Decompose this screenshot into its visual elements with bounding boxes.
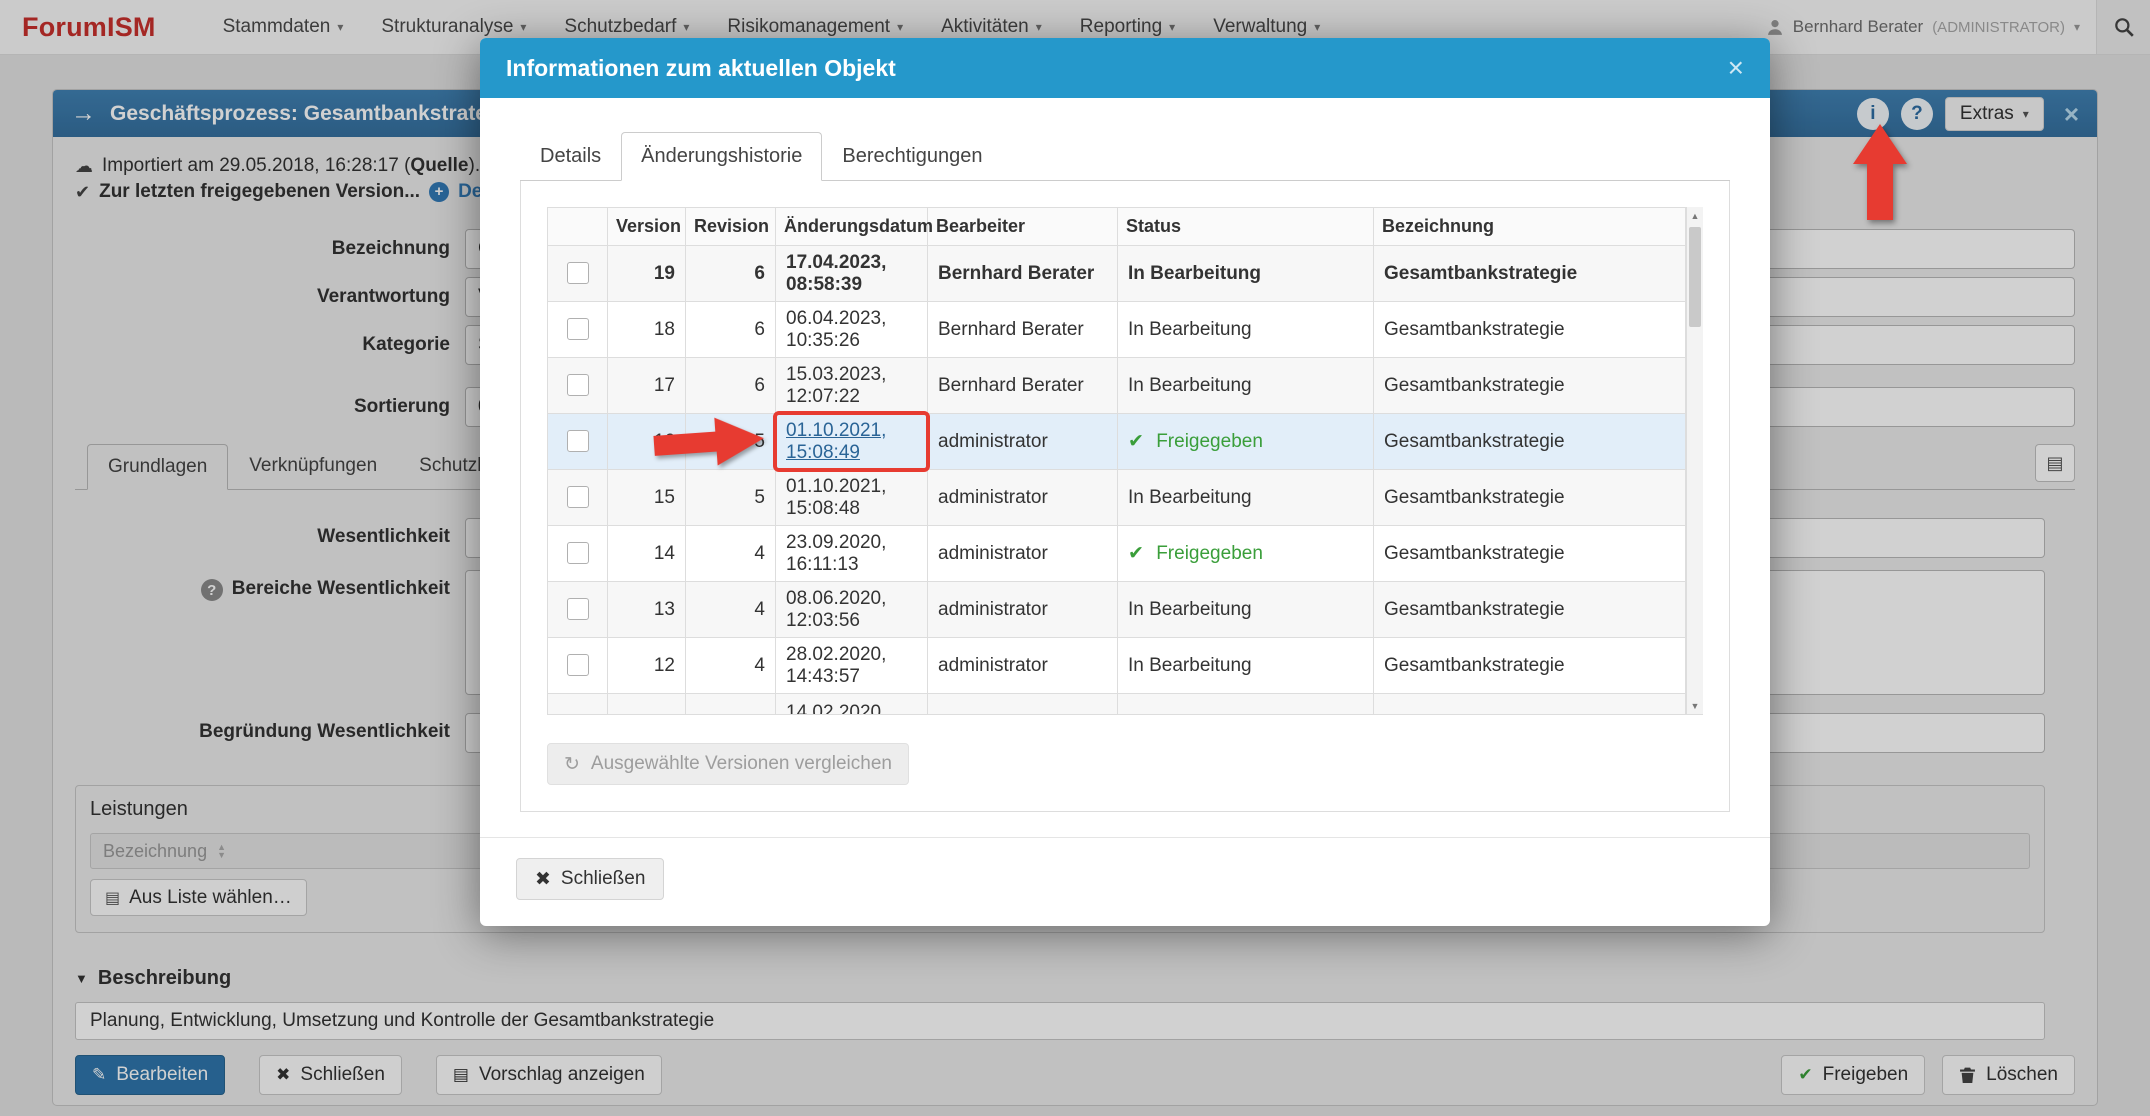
table-row: 12 4 28.02.2020, 14:43:57 administrator … <box>547 637 1686 694</box>
modal-body: Details Änderungshistorie Berechtigungen… <box>480 98 1770 812</box>
row-checkbox[interactable] <box>566 430 589 453</box>
table-row-selected: 16 5 01.10.2021, 15:08:49 administrator <box>547 411 1686 472</box>
header-aenderungsdatum: Änderungsdatum <box>775 207 933 246</box>
approved-check-icon: ✔ <box>1128 431 1144 452</box>
row-checkbox[interactable] <box>566 542 589 565</box>
header-status: Status <box>1117 207 1374 246</box>
row-checkbox[interactable] <box>566 598 589 621</box>
table-row: 18 6 06.04.2023, 10:35:26 Bernhard Berat… <box>547 301 1686 358</box>
table-row-partial: 14.02.2020, <box>547 693 1686 714</box>
modal-header: Informationen zum aktuellen Objekt × <box>480 38 1770 98</box>
header-checkbox-col <box>547 207 608 246</box>
modal-footer: ✖ Schließen <box>480 837 1770 926</box>
modal-tab-details[interactable]: Details <box>520 132 621 181</box>
version-date-link[interactable]: 01.10.2021, 15:08:49 <box>786 420 886 463</box>
approved-check-icon: ✔ <box>1128 543 1144 564</box>
table-row: 17 6 15.03.2023, 12:07:22 Bernhard Berat… <box>547 357 1686 414</box>
history-tab-panel: Version Revision Änderungsdatum Bearbeit… <box>520 181 1730 812</box>
row-checkbox[interactable] <box>566 262 589 285</box>
row-checkbox[interactable] <box>566 374 589 397</box>
table-row: 19 6 17.04.2023, 08:58:39 Bernhard Berat… <box>547 245 1686 302</box>
object-info-modal: Informationen zum aktuellen Objekt × Det… <box>480 38 1770 926</box>
header-version: Version <box>607 207 686 246</box>
refresh-icon: ↻ <box>564 753 580 775</box>
header-revision: Revision <box>685 207 776 246</box>
scrollbar-thumb[interactable] <box>1689 227 1701 327</box>
table-row: 13 4 08.06.2020, 12:03:56 administrator … <box>547 581 1686 638</box>
close-icon: ✖ <box>535 868 551 890</box>
row-checkbox[interactable] <box>566 486 589 509</box>
modal-tab-berechtigungen[interactable]: Berechtigungen <box>822 132 1002 181</box>
modal-tabs: Details Änderungshistorie Berechtigungen <box>520 132 1730 181</box>
table-header-row: Version Revision Änderungsdatum Bearbeit… <box>547 207 1686 246</box>
modal-tab-aenderungshistorie[interactable]: Änderungshistorie <box>621 132 823 181</box>
modal-close-icon[interactable]: × <box>1728 54 1744 82</box>
row-checkbox[interactable] <box>566 654 589 677</box>
table-row: 14 4 23.09.2020, 16:11:13 administrator … <box>547 525 1686 582</box>
table-row: 15 5 01.10.2021, 15:08:48 administrator … <box>547 469 1686 526</box>
modal-schliessen-button[interactable]: ✖ Schließen <box>516 858 665 900</box>
header-bezeichnung: Bezeichnung <box>1373 207 1686 246</box>
scroll-up-icon[interactable]: ▲ <box>1687 207 1703 224</box>
history-table: Version Revision Änderungsdatum Bearbeit… <box>547 207 1686 714</box>
compare-versions-button[interactable]: ↻ Ausgewählte Versionen vergleichen <box>547 743 909 785</box>
header-bearbeiter: Bearbeiter <box>927 207 1118 246</box>
history-table-container: Version Revision Änderungsdatum Bearbeit… <box>547 207 1703 715</box>
scroll-down-icon[interactable]: ▼ <box>1687 697 1703 714</box>
modal-title: Informationen zum aktuellen Objekt <box>506 54 896 81</box>
vertical-scrollbar[interactable]: ▲ ▼ <box>1686 207 1703 714</box>
row-checkbox[interactable] <box>566 318 589 341</box>
